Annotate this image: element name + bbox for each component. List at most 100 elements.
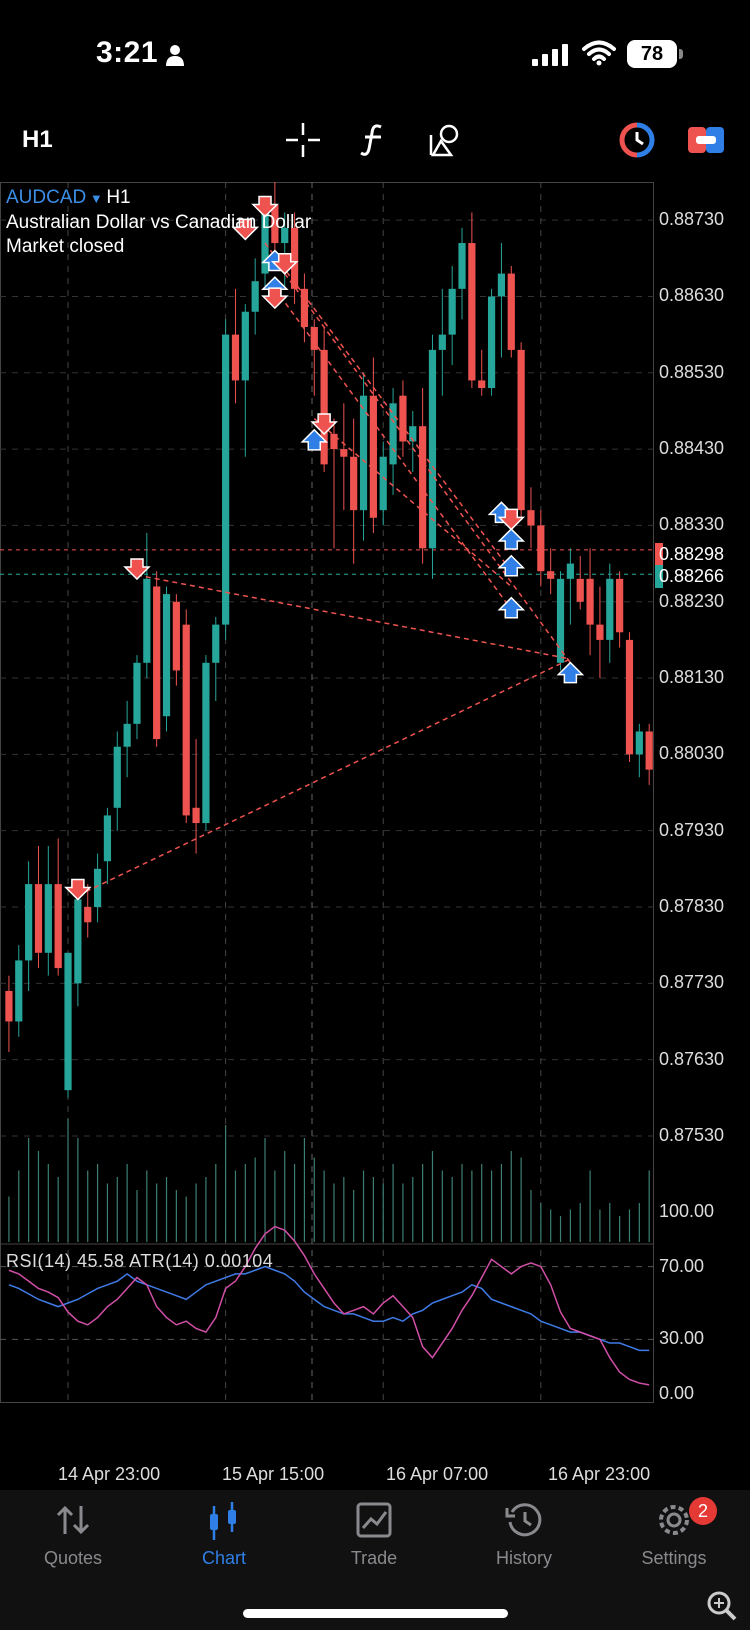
chevron-down-icon[interactable]: ▼ (86, 191, 106, 206)
tab-label: History (495, 1548, 552, 1568)
candle-body (5, 990, 13, 1022)
person-icon (166, 45, 184, 66)
chart-info: AUDCAD ▼ H1 Australian Dollar vs Canadia… (6, 186, 311, 259)
tab-label: Trade (350, 1548, 398, 1568)
candle-body (162, 594, 171, 717)
tab-label: Settings (641, 1548, 707, 1568)
tab-trade[interactable]: Trade (319, 1500, 429, 1569)
price-tick-label: 0.88530 (659, 361, 725, 382)
candle-body (497, 273, 506, 297)
battery-tip (679, 49, 683, 59)
objects-icon[interactable] (426, 120, 466, 160)
trade-icon (356, 1502, 392, 1538)
time-label: 16 Apr 07:00 (386, 1464, 489, 1484)
tab-history[interactable]: History (469, 1500, 579, 1569)
symbol-description: Australian Dollar vs Canadian Dollar (6, 212, 312, 233)
candle-body (645, 731, 653, 770)
bid-price-label: 0.88266 (655, 565, 724, 588)
candle-body (517, 349, 525, 511)
price-tick-label: 0.87530 (659, 1124, 725, 1145)
candle-body (113, 746, 121, 808)
buy-arrow-icon (497, 527, 526, 550)
price-tick-label: 0.88130 (659, 667, 725, 688)
candle-body (537, 525, 545, 572)
candle-body (310, 327, 318, 350)
price-tick-label: 0.88630 (659, 285, 725, 306)
candle-body (222, 334, 230, 625)
candle-body (123, 723, 131, 747)
indicator-tick-label: 0.00 (659, 1383, 695, 1403)
candle-body (84, 907, 92, 923)
candle-body (251, 281, 259, 312)
zoom-icon[interactable] (706, 1590, 738, 1622)
candle-body (438, 334, 446, 350)
time-label: 16 Apr 23:00 (548, 1464, 651, 1484)
trade-line (77, 658, 571, 897)
tab-chart[interactable]: Chart (169, 1500, 279, 1569)
indicators-icon[interactable] (354, 120, 394, 160)
trade-line (284, 273, 571, 664)
candle-body (34, 884, 43, 953)
candle-body (547, 571, 555, 579)
price-tick-label: 0.88230 (659, 590, 725, 611)
home-indicator (243, 1609, 508, 1618)
quotes-icon (56, 1505, 90, 1535)
cell-signal-icon (532, 44, 568, 66)
candle-body (74, 899, 82, 984)
candle-body (596, 624, 604, 640)
price-tick-label: 0.87930 (659, 819, 725, 840)
candle-body (507, 273, 515, 350)
market-status: Market closed (6, 236, 125, 257)
price-tick-label: 0.87830 (659, 896, 725, 916)
price-tick-label: 0.87730 (659, 972, 725, 993)
candle-body (369, 395, 377, 518)
candle-body (231, 334, 240, 381)
candle-body (15, 960, 23, 1022)
candle-body (182, 624, 190, 816)
trade-panel-icon[interactable] (617, 120, 657, 160)
history-icon (505, 1503, 542, 1537)
sell-arrow-icon (261, 287, 289, 310)
price-tick-label: 0.88730 (659, 209, 725, 230)
candle-body (616, 578, 624, 633)
tab-label: Quotes (43, 1548, 103, 1568)
crosshair-icon[interactable] (283, 120, 323, 160)
indicator-tick-label: 70.00 (659, 1255, 705, 1276)
sell-arrow-icon (123, 558, 151, 581)
settings-icon (659, 1505, 689, 1535)
time-label: 14 Apr 23:00 (58, 1464, 161, 1484)
candle-body (44, 884, 52, 953)
candle-body (340, 449, 348, 457)
wifi-icon (582, 40, 616, 66)
timeframe-selector[interactable]: H1 (22, 126, 53, 154)
candle-body (487, 296, 496, 389)
chart-icon (210, 1502, 236, 1540)
candle-body (54, 884, 62, 969)
settings-badge: 2 (689, 1497, 717, 1525)
one-click-icon[interactable] (686, 120, 726, 160)
candle-body (566, 563, 574, 579)
symbol-name[interactable]: AUDCAD (6, 187, 86, 208)
candle-body (576, 578, 584, 602)
candle-body (212, 624, 220, 663)
candle-body (133, 662, 141, 724)
candle-body (419, 426, 427, 549)
candle-body (389, 403, 397, 465)
buy-arrow-icon (556, 661, 585, 684)
candle-body (468, 243, 476, 381)
tab-quotes[interactable]: Quotes (18, 1500, 128, 1569)
candle-body (379, 456, 387, 511)
candle-body (64, 952, 72, 1091)
candle-body (478, 380, 486, 389)
indicator-tick-label: 30.00 (659, 1328, 705, 1349)
candle-body (458, 243, 466, 289)
price-tick-label: 0.87630 (659, 1048, 725, 1069)
candle-body (172, 601, 180, 671)
price-tick-label: 0.88330 (659, 514, 725, 535)
tab-label: Chart (201, 1548, 246, 1568)
candle-body (625, 639, 634, 755)
time-label: 15 Apr 15:00 (222, 1464, 325, 1484)
battery-indicator: 78 (627, 40, 677, 68)
candle-body (330, 433, 338, 450)
candle-body (202, 662, 210, 824)
